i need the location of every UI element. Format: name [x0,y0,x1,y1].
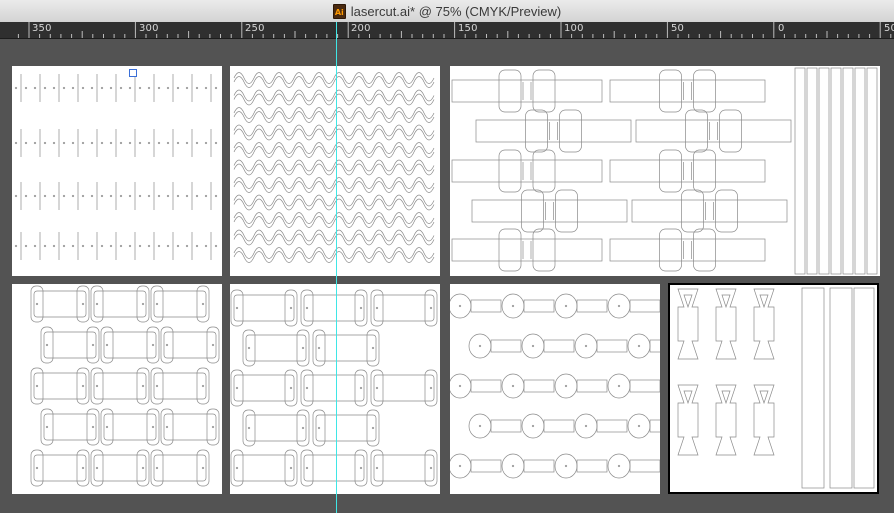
wave-pattern-art [233,72,435,263]
artboard-waves[interactable] [230,66,440,276]
ruler-label-350: 350 [32,23,52,34]
pin-pattern-art [14,74,218,260]
selection-handle[interactable] [129,69,137,77]
title-bar: Ai lasercut.ai* @ 75% (CMYK/Preview) [0,0,894,23]
brackets-art [677,287,875,489]
ruler-label-50-right: 50 [884,23,894,34]
artboard-brackets[interactable] [668,283,879,494]
ruler-label-50: 50 [671,23,685,34]
long-pieces-art [451,67,878,275]
document-canvas[interactable] [0,39,894,513]
vertical-guide[interactable] [336,22,337,513]
spools-b-art [230,289,438,487]
window-title: lasercut.ai* @ 75% (CMYK/Preview) [350,3,562,19]
artboard-spools-a[interactable] [12,284,222,494]
oval-pieces-art [450,293,660,479]
artboard-long-pieces[interactable] [450,66,880,276]
ruler-label-100: 100 [564,23,584,34]
illustrator-file-icon: Ai [332,3,346,19]
ruler-label-150: 150 [458,23,478,34]
ruler-label-0: 0 [778,23,785,34]
artboard-pins[interactable] [12,66,222,276]
ruler-label-300: 300 [139,23,159,34]
spools-a-art [30,285,220,487]
ruler-label-250: 250 [245,23,265,34]
artboard-spools-b[interactable] [230,284,440,494]
ruler-ticks [17,22,892,38]
horizontal-ruler[interactable]: 350 300 250 200 150 100 50 0 50 [0,22,894,39]
ruler-label-200: 200 [351,23,371,34]
artboard-oval-pieces[interactable] [450,284,660,494]
